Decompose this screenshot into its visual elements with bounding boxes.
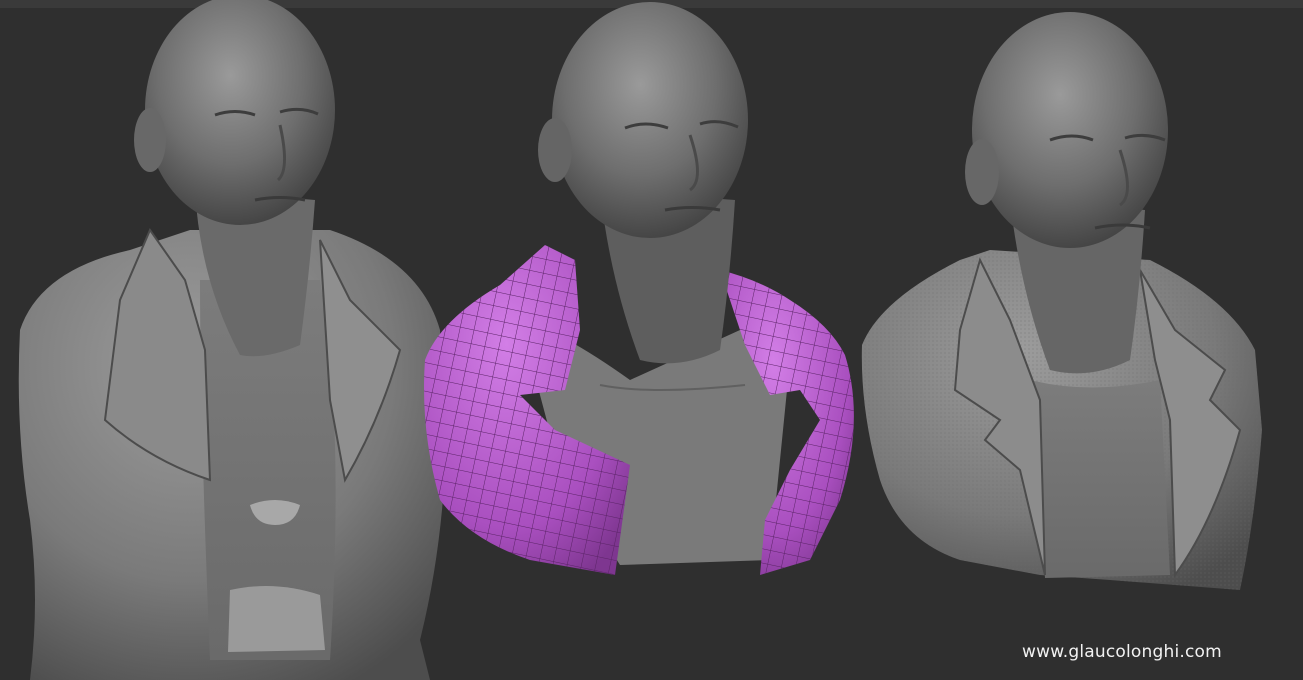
final-bust-detailed [861,12,1262,590]
bust3-shirt [1030,380,1170,578]
retopology-bust-wireframe [424,2,854,575]
bust3-head [972,12,1168,248]
bust2-head [552,2,748,238]
watermark-url: www.glaucolonghi.com [1022,642,1222,662]
sculpt-bust-blocking [18,0,445,680]
render-viewport [18,0,1262,680]
